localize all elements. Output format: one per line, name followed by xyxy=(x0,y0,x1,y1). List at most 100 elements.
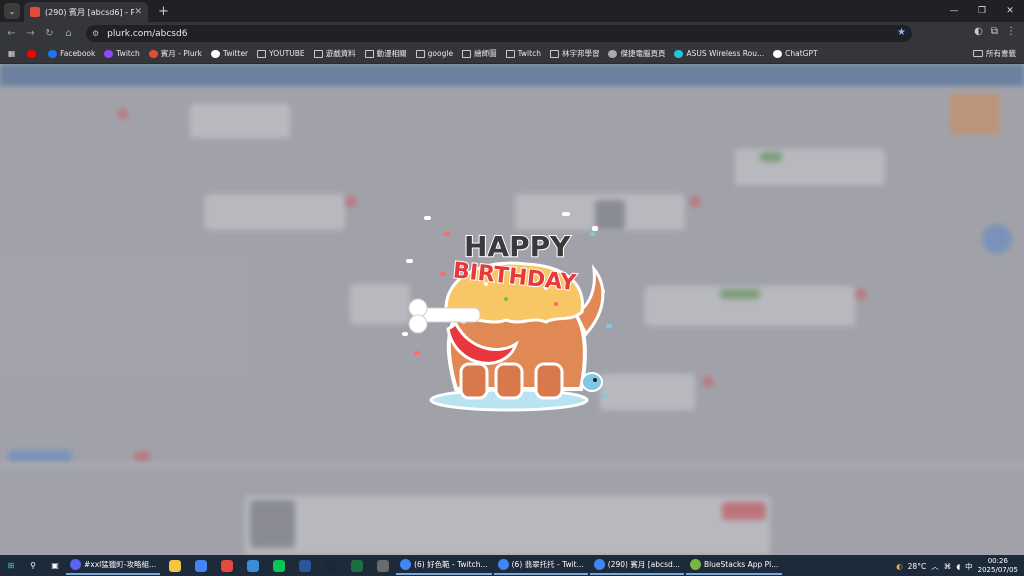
folder-icon xyxy=(257,49,267,58)
bookmark-item[interactable]: 動漫相關 xyxy=(364,48,407,59)
bookmark-label: ASUS Wireless Rou... xyxy=(686,49,765,58)
bookmark-star-icon[interactable]: ★ xyxy=(897,27,906,38)
all-bookmarks-label: 所有書籤 xyxy=(986,49,1016,58)
weather-icon[interactable]: ◐ xyxy=(896,562,903,571)
site-info-icon[interactable]: ⚙ xyxy=(92,29,99,38)
windows-start-icon[interactable]: ⊞ xyxy=(3,558,19,574)
bookmark-item[interactable]: ChatGPT xyxy=(773,49,818,58)
folder-icon xyxy=(505,49,515,58)
small-bird-icon xyxy=(581,372,603,392)
bookmark-item[interactable]: Twitch xyxy=(505,49,541,58)
word-icon[interactable] xyxy=(299,559,312,572)
restore-button[interactable]: ❐ xyxy=(968,0,996,22)
all-bookmarks[interactable]: 所有書籤 xyxy=(973,48,1016,59)
bookmark-item[interactable]: YOUTUBE xyxy=(257,49,305,58)
bookmark-item[interactable]: 林宇邦學習 xyxy=(549,48,600,59)
bookmark-label: 賓月 - Plurk xyxy=(160,49,202,58)
menu-kebab-icon[interactable]: ⋮ xyxy=(1006,26,1016,37)
x-icon xyxy=(211,49,220,58)
drop-icon[interactable] xyxy=(221,559,234,572)
ime-indicator[interactable]: 中 xyxy=(965,561,973,572)
bookmark-label: 傑捷電腦頁頁 xyxy=(620,49,666,58)
taskbar-app-label: (6) 翡翠托托 - Twit... xyxy=(511,560,584,569)
steam-icon[interactable] xyxy=(325,559,338,572)
minimize-button[interactable]: — xyxy=(940,0,968,22)
home-icon[interactable]: ⌂ xyxy=(59,28,78,39)
tray-expand-icon[interactable]: ︿ xyxy=(931,561,939,572)
app-icon xyxy=(400,559,412,570)
bookmark-label: google xyxy=(427,49,454,58)
new-tab-button[interactable]: + xyxy=(158,4,169,19)
taskbar-app-label: BlueStacks App Pl... xyxy=(703,560,779,569)
bookmark-item[interactable]: Facebook xyxy=(48,49,95,58)
bookmark-label: YOUTUBE xyxy=(269,49,305,58)
window-controls: — ❐ ✕ xyxy=(940,0,1024,22)
network-icon[interactable]: ⌘ xyxy=(944,562,952,571)
line-icon[interactable] xyxy=(273,559,286,572)
plurk-favicon-icon xyxy=(30,7,40,17)
url-text: plurk.com/abcsd6 xyxy=(107,28,188,39)
clock-time: 00:26 xyxy=(987,557,1008,565)
bookmark-item[interactable]: 傑捷電腦頁頁 xyxy=(608,48,665,59)
extension-icon[interactable]: ◐ xyxy=(974,26,983,37)
bookmark-item[interactable]: Twitter xyxy=(211,49,248,58)
taskbar-app-label: (290) 賓月 [abcsd... xyxy=(607,560,680,569)
bookmark-item[interactable] xyxy=(27,49,39,58)
reload-icon[interactable]: ↻ xyxy=(40,28,59,39)
bookmark-label: Twitter xyxy=(223,49,249,58)
bookmark-item[interactable]: Twitch xyxy=(104,49,140,58)
bookmark-item[interactable]: 遊戲資料 xyxy=(313,48,356,59)
toolbar-extensions: ◐ ⧉ ⋮ xyxy=(974,26,1016,37)
chrome-icon[interactable] xyxy=(195,559,208,572)
tab-close-icon[interactable]: ✕ xyxy=(134,7,142,17)
address-bar[interactable]: ⚙ plurk.com/abcsd6 ★ xyxy=(86,25,912,42)
folder-icon xyxy=(313,49,323,58)
windows-taskbar: ⊞ ⚲ ▣ #xxl猛獵町-攻略組... (6) 好色範 - Twitch... (… xyxy=(0,555,1024,576)
clock-date: 2025/07/05 xyxy=(977,566,1018,574)
bluetooth-icon[interactable] xyxy=(247,559,260,572)
app-icon xyxy=(497,559,509,570)
excel-icon[interactable] xyxy=(351,559,364,572)
taskbar-app[interactable]: (290) 賓月 [abcsd... xyxy=(589,556,684,575)
file-explorer-icon[interactable] xyxy=(169,559,182,572)
active-tab[interactable]: (290) 賓月 [abcsd6] - Plurk ✕ xyxy=(24,2,148,22)
extensions-puzzle-icon[interactable]: ⧉ xyxy=(991,26,998,37)
taskbar-app[interactable]: BlueStacks App Pl... xyxy=(685,556,783,575)
folder-icon xyxy=(415,49,425,58)
search-icon[interactable]: ⚲ xyxy=(25,558,41,574)
bookmark-item[interactable]: ASUS Wireless Rou... xyxy=(674,49,764,58)
bookmark-label: 林宇邦學習 xyxy=(561,49,600,58)
clock[interactable]: 00:26 2025/07/05 xyxy=(978,557,1018,575)
taskbar-app[interactable]: #xxl猛獵町-攻略組... xyxy=(66,556,161,575)
plurk-icon xyxy=(148,49,158,58)
facebook-icon xyxy=(48,49,58,58)
bookmark-label: 繪師圖 xyxy=(474,49,497,58)
bookmark-item[interactable]: 賓月 - Plurk xyxy=(148,48,202,59)
happy-birthday-sticker: HAPPY BIRTHDAY xyxy=(402,212,612,412)
taskbar-app[interactable]: (6) 翡翠托托 - Twit... xyxy=(493,556,588,575)
taskbar-app-label: (6) 好色範 - Twitch... xyxy=(414,560,488,569)
apps-grid-icon[interactable]: ▦ xyxy=(8,49,15,58)
taskbar-app[interactable]: (6) 好色範 - Twitch... xyxy=(396,556,492,575)
bookmark-item[interactable]: google xyxy=(415,49,454,58)
volume-icon[interactable]: ◖ xyxy=(956,562,960,571)
system-tray: ◐ 28°C ︿ ⌘ ◖ 中 00:26 2025/07/05 xyxy=(896,557,1018,575)
close-window-button[interactable]: ✕ xyxy=(996,0,1024,22)
task-view-icon[interactable]: ▣ xyxy=(47,558,63,574)
tab-title: (290) 賓月 [abcsd6] - Plurk xyxy=(45,7,135,17)
bookmarks-bar: ▦ Facebook Twitch 賓月 - Plurk Twitter YOUTUBE… xyxy=(0,44,1024,64)
asus-icon xyxy=(674,49,684,58)
calculator-icon[interactable] xyxy=(377,559,390,572)
bookmark-item[interactable]: 繪師圖 xyxy=(462,48,497,59)
weather-temp[interactable]: 28°C xyxy=(908,562,927,571)
page-content: HAPPY BIRTHDAY xyxy=(0,64,1024,555)
bookmark-label: Facebook xyxy=(60,49,96,58)
globe-icon xyxy=(608,49,618,58)
folder-icon xyxy=(364,49,374,58)
bookmark-label: Twitch xyxy=(116,49,140,58)
app-icon xyxy=(70,559,81,570)
folder-icon xyxy=(462,49,472,58)
forward-icon[interactable]: → xyxy=(21,28,40,39)
back-icon[interactable]: ← xyxy=(2,28,21,39)
tab-search-button[interactable]: ⌄ xyxy=(4,3,20,19)
